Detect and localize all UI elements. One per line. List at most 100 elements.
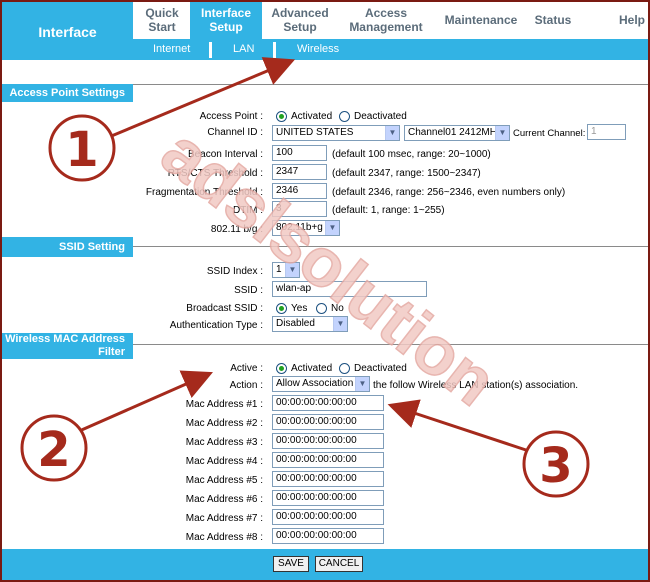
mac-action-label: Action : <box>229 380 263 391</box>
annotation-number-2: 2 <box>37 422 71 478</box>
nav-status[interactable]: Status <box>530 13 576 27</box>
fragmentation-threshold-label: Fragmentation Threshold : <box>145 187 263 198</box>
mac-address-label: Mac Address #8 : <box>185 532 263 543</box>
mac-address-input[interactable]: 00:00:00:00:00:00 <box>272 433 384 449</box>
subnav-internet[interactable]: Internet <box>153 43 190 55</box>
nav-advanced-setup[interactable]: Advanced Setup <box>268 6 332 34</box>
rts-threshold-hint: (default 2347, range: 1500~2347) <box>332 168 481 179</box>
beacon-interval-input[interactable]: 100 <box>272 145 327 161</box>
deactivated-label: Deactivated <box>354 111 407 122</box>
current-channel-label: Current Channel: <box>513 128 586 139</box>
mac-address-input[interactable]: 00:00:00:00:00:00 <box>272 452 384 468</box>
mac-address-label: Mac Address #1 : <box>185 399 263 410</box>
fragmentation-threshold-hint: (default 2346, range: 256~2346, even num… <box>332 187 566 198</box>
router-admin-window: Interface Quick Start Interface Setup Ad… <box>0 0 650 582</box>
fragmentation-threshold-input[interactable]: 2346 <box>272 183 327 199</box>
mac-address-label: Mac Address #4 : <box>185 456 263 467</box>
beacon-interval-hint: (default 100 msec, range: 20~1000) <box>332 149 491 160</box>
subnav-wireless[interactable]: Wireless <box>297 43 339 55</box>
chevron-down-icon: ▼ <box>325 221 339 235</box>
nav-label: Maintenance <box>444 13 518 27</box>
nav-label: Setup <box>209 20 243 34</box>
country-select[interactable]: UNITED STATES ▼ <box>272 125 400 141</box>
subnav-divider <box>273 42 276 58</box>
wireless-mode-select[interactable]: 802.11b+g ▼ <box>272 220 340 236</box>
yes-label: Yes <box>291 303 308 314</box>
brand-label: Interface <box>38 24 97 40</box>
broadcast-yes-radio[interactable] <box>276 303 287 314</box>
nav-label: Access <box>364 6 408 20</box>
dtim-hint: (default: 1, range: 1~255) <box>332 205 445 216</box>
mac-active-label: Active : <box>230 363 263 374</box>
dtim-input[interactable]: 3 <box>272 201 327 217</box>
channel-select[interactable]: Channel01 2412MHz ▼ <box>404 125 510 141</box>
chevron-down-icon: ▼ <box>285 263 299 277</box>
top-navigation: Quick Start Interface Setup Advanced Set… <box>133 2 648 39</box>
nav-maintenance[interactable]: Maintenance <box>442 13 520 27</box>
chevron-down-icon: ▼ <box>355 377 369 391</box>
section-access-point-settings: Access Point Settings <box>2 84 133 102</box>
ssid-index-value: 1 <box>276 264 282 275</box>
chevron-down-icon: ▼ <box>333 317 347 331</box>
nav-access-management[interactable]: Access Management <box>346 6 426 34</box>
mac-deactivated-radio[interactable] <box>339 363 350 374</box>
section-divider <box>133 84 648 85</box>
authentication-type-select[interactable]: Disabled ▼ <box>272 316 348 332</box>
mac-address-label: Mac Address #7 : <box>185 513 263 524</box>
rts-threshold-input[interactable]: 2347 <box>272 164 327 180</box>
nav-label: Setup <box>283 20 317 34</box>
beacon-interval-label: Beacon Interval : <box>187 149 263 160</box>
annotation-number-3: 3 <box>539 438 573 494</box>
authentication-type-value: Disabled <box>276 318 315 329</box>
section-ssid-setting: SSID Setting <box>2 237 133 257</box>
nav-label: Management <box>349 20 423 34</box>
mac-action-hint: the follow Wireless LAN station(s) assoc… <box>373 380 579 391</box>
mac-address-input[interactable]: 00:00:00:00:00:00 <box>272 528 384 544</box>
mac-address-input[interactable]: 00:00:00:00:00:00 <box>272 509 384 525</box>
ssid-input[interactable]: wlan-ap <box>272 281 427 297</box>
access-point-label: Access Point : <box>199 111 263 122</box>
broadcast-no-radio[interactable] <box>316 303 327 314</box>
wireless-mode-value: 802.11b+g <box>276 222 323 233</box>
activated-label: Activated <box>291 363 333 374</box>
nav-label: Advanced <box>271 6 329 20</box>
annotation-arrow-3 <box>387 399 533 454</box>
dtim-label: DTIM : <box>233 205 263 216</box>
mac-address-label: Mac Address #5 : <box>185 475 263 486</box>
ssid-index-label: SSID Index : <box>206 266 263 277</box>
current-channel-field: 1 <box>587 124 626 140</box>
nav-label: Start <box>148 20 176 34</box>
mac-address-input[interactable]: 00:00:00:00:00:00 <box>272 490 384 506</box>
subnav-lan[interactable]: LAN <box>233 43 254 55</box>
sub-navigation: Internet LAN Wireless <box>133 39 648 60</box>
nav-interface-setup[interactable]: Interface Setup <box>190 2 262 39</box>
nav-label: Help <box>618 13 645 27</box>
country-value: UNITED STATES <box>276 127 354 138</box>
mac-address-label: Mac Address #6 : <box>185 494 263 505</box>
footer-left <box>2 549 133 580</box>
mac-address-input[interactable]: 00:00:00:00:00:00 <box>272 471 384 487</box>
access-point-activated-radio[interactable] <box>276 111 287 122</box>
mac-address-input[interactable]: 00:00:00:00:00:00 <box>272 395 384 411</box>
section-wireless-mac-filter: Wireless MAC Address Filter <box>2 333 133 359</box>
nav-quick-start[interactable]: Quick Start <box>137 6 187 34</box>
annotation-arrow-2 <box>76 370 213 434</box>
rts-threshold-label: RTS/CTS Threshold : <box>167 168 263 179</box>
section-divider <box>133 246 648 247</box>
section-title-line: Filter <box>98 346 125 358</box>
mac-action-select[interactable]: Allow Association ▼ <box>272 376 370 392</box>
mac-address-input[interactable]: 00:00:00:00:00:00 <box>272 414 384 430</box>
save-button[interactable]: SAVE <box>273 556 309 572</box>
authentication-type-label: Authentication Type : <box>169 320 263 331</box>
mac-activated-radio[interactable] <box>276 363 287 374</box>
annotation-number-1: 1 <box>65 122 99 178</box>
cancel-button[interactable]: CANCEL <box>315 556 363 572</box>
ssid-index-select[interactable]: 1 ▼ <box>272 262 300 278</box>
broadcast-ssid-label: Broadcast SSID : <box>186 303 263 314</box>
section-divider <box>133 344 648 345</box>
section-title-line: Wireless MAC Address <box>5 333 125 345</box>
access-point-deactivated-radio[interactable] <box>339 111 350 122</box>
nav-label: Quick <box>145 6 179 20</box>
nav-help[interactable]: Help <box>615 13 648 27</box>
subnav-divider <box>209 42 212 58</box>
